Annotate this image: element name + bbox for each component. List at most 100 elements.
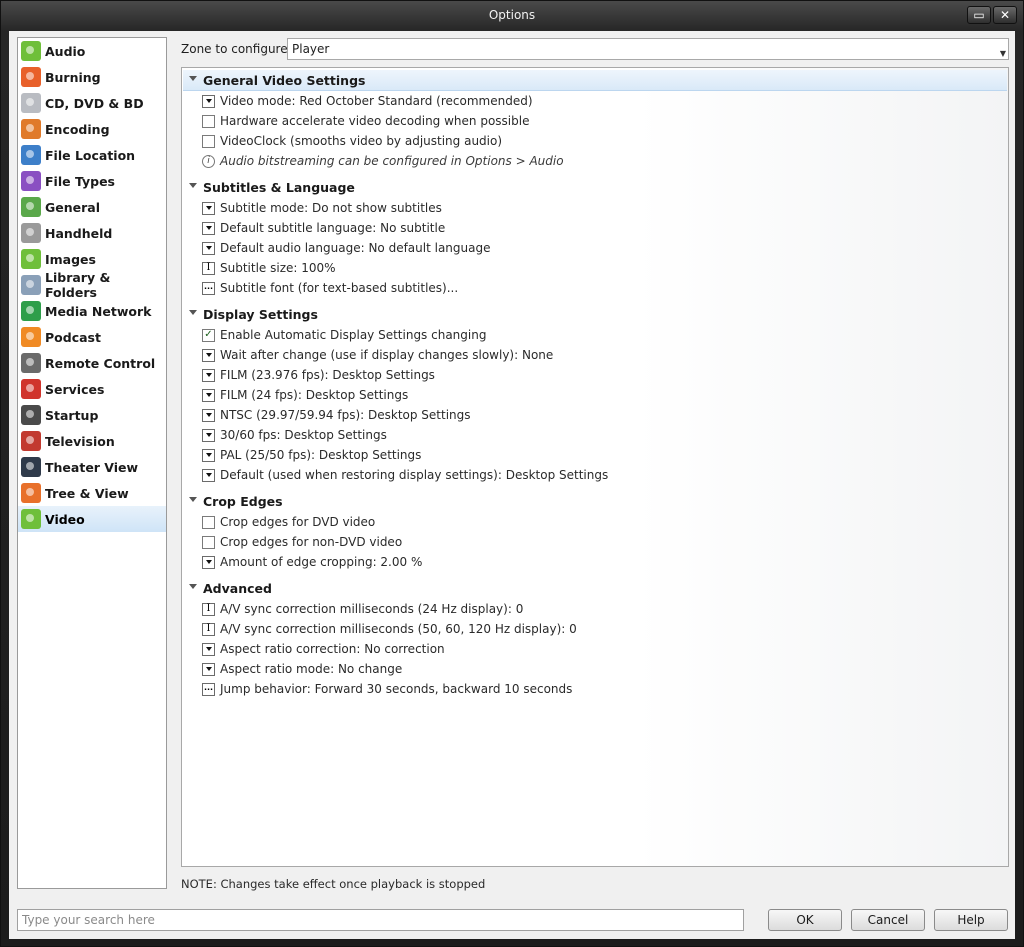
sidebar-item-images[interactable]: Images <box>18 246 166 272</box>
setting-row[interactable]: FILM (23.976 fps): Desktop Settings <box>202 365 435 385</box>
dropdown-icon[interactable] <box>202 555 215 569</box>
setting-row[interactable]: Subtitle font (for text-based subtitles)… <box>202 278 458 298</box>
tree-view-icon <box>21 483 41 503</box>
section-header[interactable]: Display Settings <box>183 304 1007 324</box>
text-edit-icon[interactable] <box>202 622 215 636</box>
setting-row[interactable]: Video mode: Red October Standard (recomm… <box>202 91 533 111</box>
checkbox[interactable] <box>202 515 215 529</box>
sidebar-item-handheld[interactable]: Handheld <box>18 220 166 246</box>
sidebar-item-file-types[interactable]: File Types <box>18 168 166 194</box>
zone-select[interactable]: Player ▼ <box>287 38 1009 60</box>
collapse-triangle-icon[interactable] <box>189 497 197 502</box>
setting-row[interactable]: Hardware accelerate video decoding when … <box>202 111 529 131</box>
dropdown-icon[interactable] <box>202 201 215 215</box>
setting-row[interactable]: PAL (25/50 fps): Desktop Settings <box>202 445 421 465</box>
setting-row[interactable]: 30/60 fps: Desktop Settings <box>202 425 387 445</box>
sidebar-item-burning[interactable]: Burning <box>18 64 166 90</box>
help-button[interactable]: Help <box>934 909 1008 931</box>
dropdown-icon[interactable] <box>202 468 215 482</box>
setting-row[interactable]: Jump behavior: Forward 30 seconds, backw… <box>202 679 572 699</box>
dropdown-icon[interactable] <box>202 368 215 382</box>
collapse-triangle-icon[interactable] <box>189 584 197 589</box>
setting-row[interactable]: Subtitle mode: Do not show subtitles <box>202 198 442 218</box>
sidebar-item-label: Tree & View <box>45 485 129 501</box>
dropdown-icon[interactable] <box>202 94 215 108</box>
setting-row[interactable]: FILM (24 fps): Desktop Settings <box>202 385 408 405</box>
setting-row[interactable]: Aspect ratio correction: No correction <box>202 639 445 659</box>
search-input[interactable] <box>17 909 744 931</box>
ok-button[interactable]: OK <box>768 909 842 931</box>
ellipsis-icon[interactable] <box>202 281 215 295</box>
sidebar-item-label: Media Network <box>45 303 152 319</box>
dropdown-icon[interactable] <box>202 408 215 422</box>
setting-row[interactable]: Default (used when restoring display set… <box>202 465 608 485</box>
dropdown-icon[interactable] <box>202 642 215 656</box>
sidebar-item-label: Library & Folders <box>45 270 111 300</box>
sidebar-item-tree-and-view[interactable]: Tree & View <box>18 480 166 506</box>
setting-row[interactable]: Crop edges for DVD video <box>202 512 375 532</box>
setting-row[interactable]: A/V sync correction milliseconds (50, 60… <box>202 619 577 639</box>
checkbox[interactable] <box>202 535 215 549</box>
close-button[interactable]: ✕ <box>993 6 1017 24</box>
sidebar-item-label: Burning <box>45 69 101 85</box>
dropdown-icon[interactable] <box>202 428 215 442</box>
dropdown-icon[interactable] <box>202 221 215 235</box>
dropdown-icon[interactable] <box>202 348 215 362</box>
setting-row[interactable]: Default audio language: No default langu… <box>202 238 491 258</box>
dropdown-icon[interactable] <box>202 388 215 402</box>
sidebar-item-services[interactable]: Services <box>18 376 166 402</box>
sidebar-item-label: Images <box>45 251 96 267</box>
sidebar-item-encoding[interactable]: Encoding <box>18 116 166 142</box>
setting-row[interactable]: Subtitle size: 100% <box>202 258 336 278</box>
section-title: Subtitles & Language <box>203 179 355 195</box>
collapse-triangle-icon[interactable] <box>189 310 197 315</box>
setting-row[interactable]: NTSC (29.97/59.94 fps): Desktop Settings <box>202 405 471 425</box>
text-edit-icon[interactable] <box>202 602 215 616</box>
dropdown-icon[interactable] <box>202 241 215 255</box>
category-list[interactable]: Audio Burning CD, DVD & BD Encoding File Loc… <box>17 37 167 889</box>
setting-row[interactable]: Aspect ratio mode: No change <box>202 659 402 679</box>
checkbox[interactable] <box>202 328 215 342</box>
maximize-button[interactable]: ▭ <box>967 6 991 24</box>
section-header[interactable]: Advanced <box>183 578 1007 598</box>
ellipsis-icon[interactable] <box>202 682 215 696</box>
cancel-button[interactable]: Cancel <box>851 909 925 931</box>
sidebar-item-media-network[interactable]: Media Network <box>18 298 166 324</box>
sidebar-item-label: Podcast <box>45 329 101 345</box>
collapse-triangle-icon[interactable] <box>189 183 197 188</box>
setting-row[interactable]: A/V sync correction milliseconds (24 Hz … <box>202 599 523 619</box>
sidebar-item-label: Remote Control <box>45 355 156 371</box>
sidebar-item-startup[interactable]: Startup <box>18 402 166 428</box>
setting-row[interactable]: Amount of edge cropping: 2.00 % <box>202 552 422 572</box>
section-header[interactable]: Crop Edges <box>183 491 1007 511</box>
dropdown-icon[interactable] <box>202 662 215 676</box>
sidebar-item-video[interactable]: Video <box>18 506 166 532</box>
section-header[interactable]: General Video Settings <box>183 70 1007 91</box>
sidebar-item-television[interactable]: Television <box>18 428 166 454</box>
setting-row[interactable]: Enable Automatic Display Settings changi… <box>202 325 486 345</box>
setting-row[interactable]: Default subtitle language: No subtitle <box>202 218 445 238</box>
checkbox[interactable] <box>202 134 215 148</box>
setting-row[interactable]: Crop edges for non-DVD video <box>202 532 402 552</box>
section-header[interactable]: Subtitles & Language <box>183 177 1007 197</box>
setting-label: Amount of edge cropping: 2.00 % <box>220 555 423 569</box>
sidebar-item-file-location[interactable]: File Location <box>18 142 166 168</box>
dropdown-icon[interactable] <box>202 448 215 462</box>
checkbox[interactable] <box>202 114 215 128</box>
sidebar-item-library-and-folders[interactable]: Library & Folders <box>18 270 166 300</box>
sidebar-item-audio[interactable]: Audio <box>18 38 166 64</box>
setting-label: Default audio language: No default langu… <box>220 241 491 255</box>
setting-row[interactable]: Wait after change (use if display change… <box>202 345 553 365</box>
sidebar-item-cd-dvd-and-bd[interactable]: CD, DVD & BD <box>18 90 166 116</box>
section-title: General Video Settings <box>203 72 366 88</box>
collapse-triangle-icon[interactable] <box>189 76 197 81</box>
sidebar-item-podcast[interactable]: Podcast <box>18 324 166 350</box>
setting-label: FILM (24 fps): Desktop Settings <box>220 388 409 402</box>
setting-row[interactable]: VideoClock (smooths video by adjusting a… <box>202 131 502 151</box>
setting-label: A/V sync correction milliseconds (50, 60… <box>220 622 577 636</box>
sidebar-item-theater-view[interactable]: Theater View <box>18 454 166 480</box>
disc-icon <box>21 93 41 113</box>
sidebar-item-remote-control[interactable]: Remote Control <box>18 350 166 376</box>
sidebar-item-general[interactable]: General <box>18 194 166 220</box>
text-edit-icon[interactable] <box>202 261 215 275</box>
